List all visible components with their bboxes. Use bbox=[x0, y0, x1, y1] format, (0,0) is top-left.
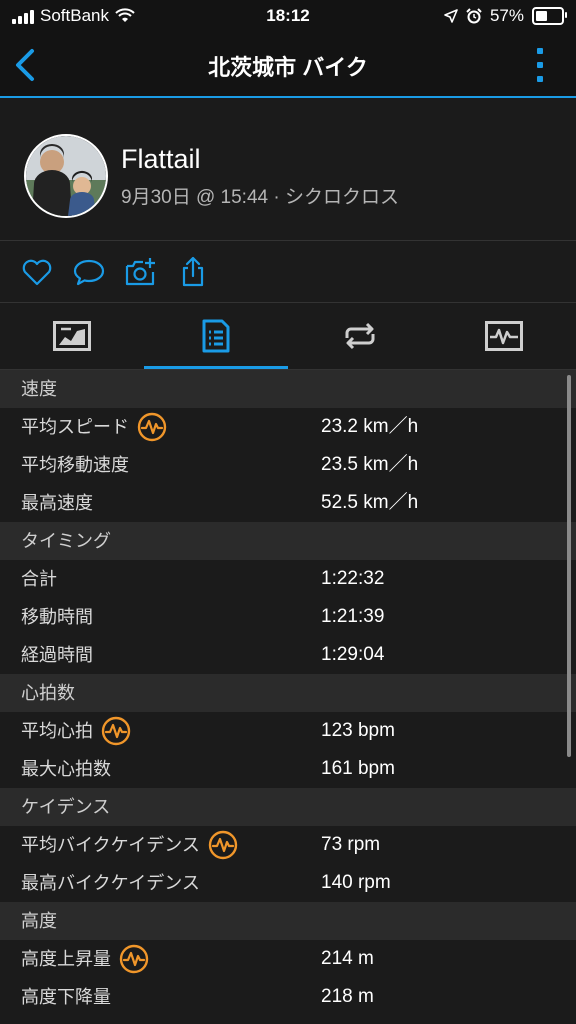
stat-value: 23.5 km／h bbox=[321, 454, 419, 475]
tab-charts[interactable] bbox=[432, 303, 576, 369]
section-header: 高度 bbox=[0, 902, 576, 940]
stat-label-group: 最大心拍数 bbox=[21, 750, 111, 788]
stat-label-group: 平均心拍 bbox=[21, 712, 131, 750]
stat-label: 高度下降量 bbox=[21, 987, 111, 1007]
battery-icon bbox=[532, 7, 567, 25]
battery-percent: 57% bbox=[489, 6, 524, 25]
stat-label: 最高バイクケイデンス bbox=[21, 873, 200, 893]
more-options-button[interactable] bbox=[534, 48, 546, 82]
stat-row: 最大心拍数 161 bpm bbox=[0, 750, 576, 788]
stat-label-group: 移動時間 bbox=[21, 598, 93, 636]
status-right: 57% bbox=[444, 6, 567, 26]
stat-row: 最高バイクケイデンス 140 rpm bbox=[0, 864, 576, 902]
scrollbar[interactable] bbox=[567, 375, 571, 757]
stat-label-group: 平均バイクケイデンス bbox=[21, 826, 238, 864]
stat-row: 平均バイクケイデンス 73 rpm bbox=[0, 826, 576, 864]
stat-label: 最高速度 bbox=[21, 493, 93, 513]
stat-label-group: 高度上昇量 bbox=[21, 940, 149, 978]
stat-row: 移動時間 1:21:39 bbox=[0, 598, 576, 636]
heart-rate-badge-icon bbox=[208, 830, 238, 860]
stat-label-group: 平均スピード bbox=[21, 408, 167, 446]
tab-overview[interactable] bbox=[0, 303, 144, 369]
stat-label-group: 平均移動速度 bbox=[21, 446, 129, 484]
section-header: ケイデンス bbox=[0, 788, 576, 826]
stat-row: 最高速度 52.5 km／h bbox=[0, 484, 576, 522]
stat-row: 平均スピード 23.2 km／h bbox=[0, 408, 576, 446]
stat-row: 平均心拍 123 bpm bbox=[0, 712, 576, 750]
status-bar: SoftBank 18:12 57% bbox=[0, 0, 576, 34]
stat-label-group: 最高バイクケイデンス bbox=[21, 864, 200, 902]
like-button[interactable] bbox=[20, 255, 54, 289]
stat-label: 平均スピード bbox=[21, 417, 129, 437]
stats-list-icon bbox=[202, 319, 230, 353]
activity-date-type: 9月30日 @ 15:44 · シクロクロス bbox=[121, 187, 399, 208]
section-header: タイミング bbox=[0, 522, 576, 560]
action-bar bbox=[0, 241, 576, 303]
avatar-photo bbox=[26, 136, 106, 216]
stat-label: 平均移動速度 bbox=[21, 455, 129, 475]
comment-bubble-icon bbox=[73, 259, 105, 286]
stat-label: 平均バイクケイデンス bbox=[21, 835, 200, 855]
stat-label-group: 高度下降量 bbox=[21, 978, 111, 1016]
navigation-bar: 北茨城市 バイク bbox=[0, 34, 576, 98]
stat-row: 平均移動速度 23.5 km／h bbox=[0, 446, 576, 484]
more-dot bbox=[537, 76, 543, 82]
battery-fill bbox=[536, 11, 547, 21]
stat-value: 1:29:04 bbox=[321, 644, 385, 665]
activity-tabs bbox=[0, 303, 576, 370]
stat-label: 平均心拍 bbox=[21, 721, 93, 741]
alarm-icon bbox=[466, 8, 482, 24]
stat-label: 最大心拍数 bbox=[21, 759, 111, 779]
laps-repeat-icon bbox=[345, 322, 375, 350]
comment-button[interactable] bbox=[72, 255, 106, 289]
stat-value: 123 bpm bbox=[321, 720, 395, 741]
heart-rate-badge-icon bbox=[101, 716, 131, 746]
section-header: 速度 bbox=[0, 370, 576, 408]
more-dot bbox=[537, 62, 543, 68]
location-arrow-icon bbox=[444, 9, 458, 23]
share-button[interactable] bbox=[176, 255, 210, 289]
stat-label: 合計 bbox=[21, 569, 57, 589]
page-title: 北茨城市 バイク bbox=[208, 55, 368, 80]
stat-row: 高度上昇量 214 m bbox=[0, 940, 576, 978]
user-name[interactable]: Flattail bbox=[121, 144, 201, 175]
share-icon bbox=[182, 256, 204, 287]
heart-icon bbox=[22, 259, 52, 286]
heart-rate-badge-icon bbox=[137, 412, 167, 442]
avatar[interactable] bbox=[24, 134, 108, 218]
stat-label: 経過時間 bbox=[21, 645, 93, 665]
stat-value: 1:22:32 bbox=[321, 568, 385, 589]
stat-label: 高度上昇量 bbox=[21, 949, 111, 969]
stat-label-group: 合計 bbox=[21, 560, 57, 598]
stat-value: 140 rpm bbox=[321, 872, 391, 893]
stats-list[interactable]: 速度平均スピード 23.2 km／h 平均移動速度 23.5 km／h 最高速度 52.5… bbox=[0, 370, 576, 1024]
stat-value: 23.2 km／h bbox=[321, 416, 419, 437]
add-photo-button[interactable] bbox=[124, 255, 158, 289]
tab-laps[interactable] bbox=[288, 303, 432, 369]
camera-plus-icon bbox=[125, 258, 155, 286]
heart-rate-chart-icon bbox=[485, 321, 523, 351]
stat-row: 合計 1:22:32 bbox=[0, 560, 576, 598]
stat-value: 218 m bbox=[321, 986, 374, 1007]
stat-label-group: 最高速度 bbox=[21, 484, 93, 522]
stat-value: 214 m bbox=[321, 948, 374, 969]
stat-label-group: 経過時間 bbox=[21, 636, 93, 674]
stat-value: 1:21:39 bbox=[321, 606, 385, 627]
overview-chart-icon bbox=[53, 321, 91, 351]
more-dot bbox=[537, 48, 543, 54]
heart-rate-badge-icon bbox=[119, 944, 149, 974]
activity-header: Flattail 9月30日 @ 15:44 · シクロクロス bbox=[0, 98, 576, 241]
tab-stats[interactable] bbox=[144, 303, 288, 369]
stat-value: 161 bpm bbox=[321, 758, 395, 779]
stat-label: 移動時間 bbox=[21, 607, 93, 627]
stat-value: 73 rpm bbox=[321, 834, 381, 855]
stat-row: 経過時間 1:29:04 bbox=[0, 636, 576, 674]
stat-row: 高度下降量 218 m bbox=[0, 978, 576, 1016]
section-header: 心拍数 bbox=[0, 674, 576, 712]
stat-value: 52.5 km／h bbox=[321, 492, 419, 513]
